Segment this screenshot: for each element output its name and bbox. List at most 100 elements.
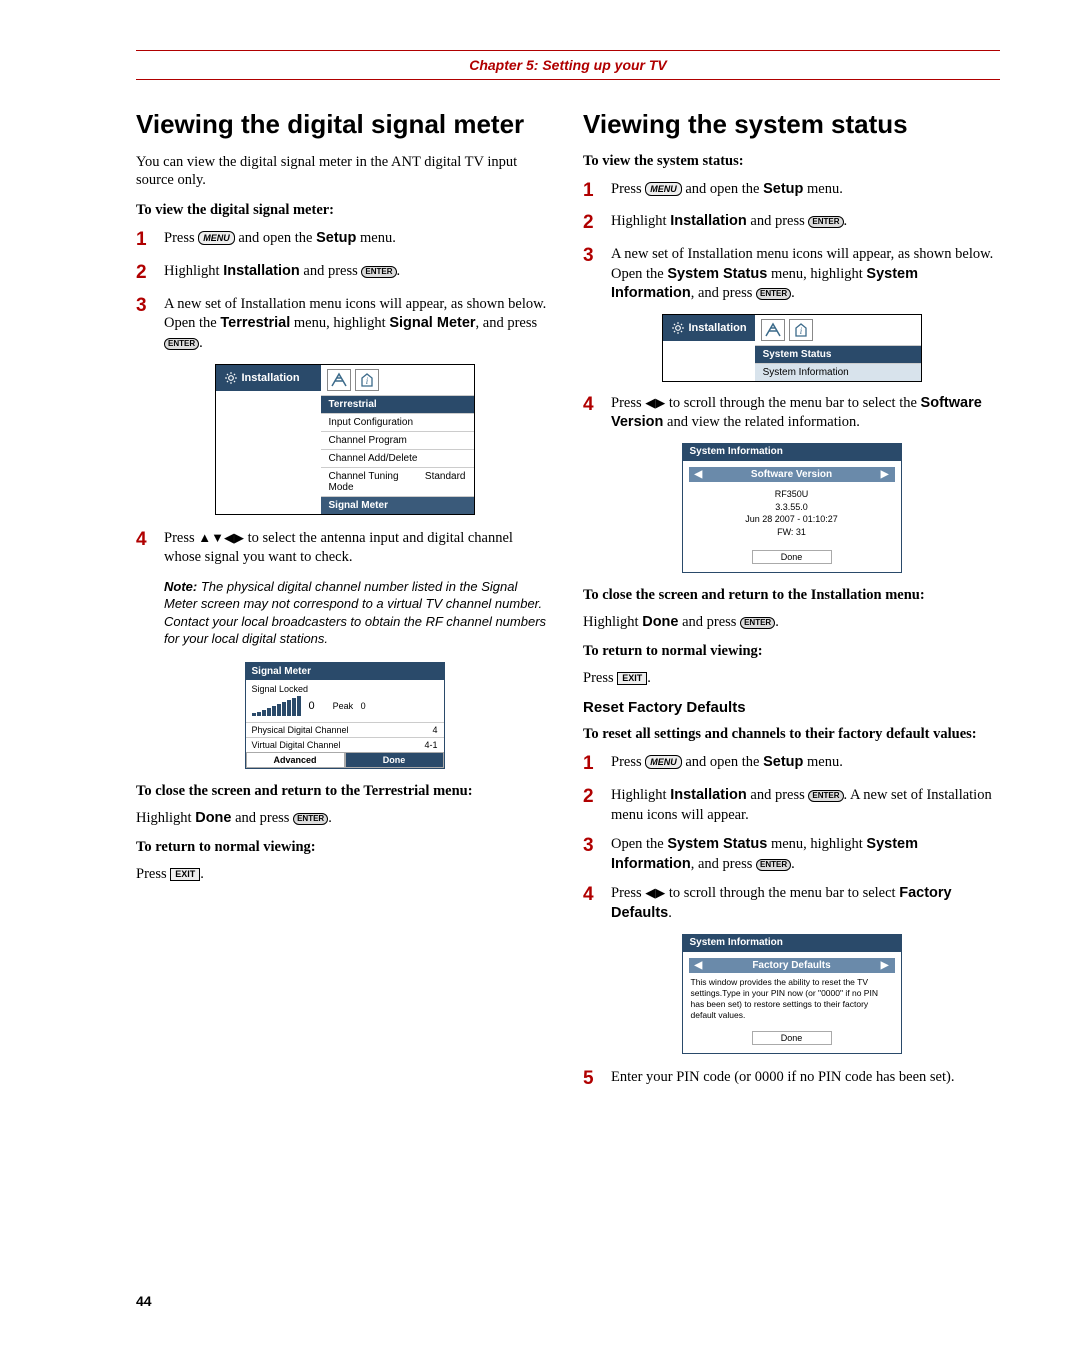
step-text: Highlight Installation and press ENTER. … xyxy=(611,786,1000,825)
step-text: A new set of Installation menu icons wil… xyxy=(611,245,1000,304)
menu-row: System Information xyxy=(755,363,921,381)
step-text: Enter your PIN code (or 0000 if no PIN c… xyxy=(611,1068,954,1091)
reset-heading: Reset Factory Defaults xyxy=(583,699,1000,716)
step-text: Press MENU and open the Setup menu. xyxy=(164,229,396,252)
arrow-icons: ◀▶ xyxy=(645,885,665,900)
svg-text:i: i xyxy=(799,326,802,336)
enter-icon: ENTER xyxy=(808,790,843,802)
menu-row: Input Configuration xyxy=(321,413,474,431)
right-arrow-icon: ▶ xyxy=(881,469,889,480)
step-number: 2 xyxy=(583,212,611,235)
exit-icon: EXIT xyxy=(617,672,647,685)
signal-title: Signal Meter xyxy=(246,663,444,680)
sys-title: System Information xyxy=(682,934,902,951)
sys-content: RF350U 3.3.55.0 Jun 28 2007 - 01:10:27 F… xyxy=(689,482,895,544)
left-arrow-icon: ◀ xyxy=(695,469,703,480)
step-text: Press ◀▶ to scroll through the menu bar … xyxy=(611,884,1000,923)
step-number: 5 xyxy=(583,1068,611,1091)
step-number: 1 xyxy=(583,180,611,203)
left-intro: You can view the digital signal meter in… xyxy=(136,153,553,191)
done-button: Done xyxy=(752,1031,832,1045)
step-text: Press MENU and open the Setup menu. xyxy=(611,753,843,776)
step-number: 3 xyxy=(136,295,164,354)
close-text: Highlight Done and press ENTER. xyxy=(136,810,553,827)
step-number: 4 xyxy=(136,529,164,568)
sys-scroll: ◀Factory Defaults▶ xyxy=(689,958,895,973)
gear-icon xyxy=(671,321,685,335)
step-number: 1 xyxy=(136,229,164,252)
install-tab: Installation xyxy=(663,315,755,341)
menu-icon: MENU xyxy=(198,231,235,245)
menu-row: Channel Program xyxy=(321,431,474,449)
menu-row-active: Signal Meter xyxy=(321,496,474,514)
menu-row: Terrestrial xyxy=(321,395,474,413)
left-heading: Viewing the digital signal meter xyxy=(136,110,553,139)
step-text: Open the System Status menu, highlight S… xyxy=(611,835,1000,874)
signal-row: Physical Digital Channel4 xyxy=(246,722,444,737)
step-text: Press ◀▶ to scroll through the menu bar … xyxy=(611,394,1000,433)
factory-defaults-screenshot: System Information ◀Factory Defaults▶ Th… xyxy=(682,934,902,1054)
left-sub1: To view the digital signal meter: xyxy=(136,202,553,219)
step-text: Highlight Installation and press ENTER. xyxy=(164,262,400,285)
enter-icon: ENTER xyxy=(756,859,791,871)
signal-meter-screenshot: Signal Meter Signal Locked 0 Peak 0 Phys… xyxy=(245,662,445,769)
gear-icon xyxy=(224,371,238,385)
signal-locked: Signal Locked xyxy=(252,684,438,694)
signal-value: 0 xyxy=(309,700,315,712)
menu-icon: MENU xyxy=(645,182,682,196)
step-text: Highlight Installation and press ENTER. xyxy=(611,212,847,235)
close-heading: To close the screen and return to the Te… xyxy=(136,783,553,800)
page-number: 44 xyxy=(136,1293,152,1309)
step-text: A new set of Installation menu icons wil… xyxy=(164,295,553,354)
signal-bars xyxy=(252,696,301,716)
right-arrow-icon: ▶ xyxy=(881,960,889,971)
antenna-icon xyxy=(327,369,351,391)
step-number: 2 xyxy=(136,262,164,285)
advanced-button: Advanced xyxy=(246,752,345,768)
enter-icon: ENTER xyxy=(361,266,396,278)
peak-label: Peak xyxy=(333,701,354,711)
sys-title: System Information xyxy=(682,443,902,460)
menu-row: Channel Tuning ModeStandard xyxy=(321,467,474,496)
menu-row: System Status xyxy=(755,345,921,363)
note-block: Note: The physical digital channel numbe… xyxy=(164,578,553,648)
installation-menu-screenshot: Installation i Terrestrial Input Configu… xyxy=(215,364,475,515)
installation-menu-screenshot-sm: Installation i System Status System Info… xyxy=(662,314,922,382)
menu-icon: MENU xyxy=(645,755,682,769)
arrow-icons: ▲▼◀▶ xyxy=(198,530,244,545)
return-heading: To return to normal viewing: xyxy=(136,839,553,856)
step-number: 4 xyxy=(583,394,611,433)
done-button: Done xyxy=(752,550,832,564)
step-number: 3 xyxy=(583,835,611,874)
return-heading: To return to normal viewing: xyxy=(583,643,1000,660)
enter-icon: ENTER xyxy=(756,288,791,300)
close-text: Highlight Done and press ENTER. xyxy=(583,614,1000,631)
step-number: 1 xyxy=(583,753,611,776)
install-tab: Installation xyxy=(216,365,321,391)
step-text: Press ▲▼◀▶ to select the antenna input a… xyxy=(164,529,553,568)
signal-row: Virtual Digital Channel4-1 xyxy=(246,737,444,752)
return-text: Press EXIT. xyxy=(136,866,553,883)
right-sub1: To view the system status: xyxy=(583,153,1000,170)
close-heading: To close the screen and return to the In… xyxy=(583,587,1000,604)
chapter-title: Chapter 5: Setting up your TV xyxy=(136,57,1000,73)
enter-icon: ENTER xyxy=(164,338,199,350)
step-number: 4 xyxy=(583,884,611,923)
step-number: 2 xyxy=(583,786,611,825)
info-icon: i xyxy=(789,319,813,341)
right-heading: Viewing the system status xyxy=(583,110,1000,139)
svg-text:i: i xyxy=(365,376,368,386)
factory-text: This window provides the ability to rese… xyxy=(689,973,895,1025)
reset-sub: To reset all settings and channels to th… xyxy=(583,726,1000,743)
return-text: Press EXIT. xyxy=(583,670,1000,687)
menu-row: Channel Add/Delete xyxy=(321,449,474,467)
info-icon: i xyxy=(355,369,379,391)
sys-scroll: ◀Software Version▶ xyxy=(689,467,895,482)
exit-icon: EXIT xyxy=(170,868,200,881)
peak-value: 0 xyxy=(361,701,366,711)
step-number: 3 xyxy=(583,245,611,304)
enter-icon: ENTER xyxy=(808,216,843,228)
enter-icon: ENTER xyxy=(293,813,328,825)
left-arrow-icon: ◀ xyxy=(695,960,703,971)
step-text: Press MENU and open the Setup menu. xyxy=(611,180,843,203)
